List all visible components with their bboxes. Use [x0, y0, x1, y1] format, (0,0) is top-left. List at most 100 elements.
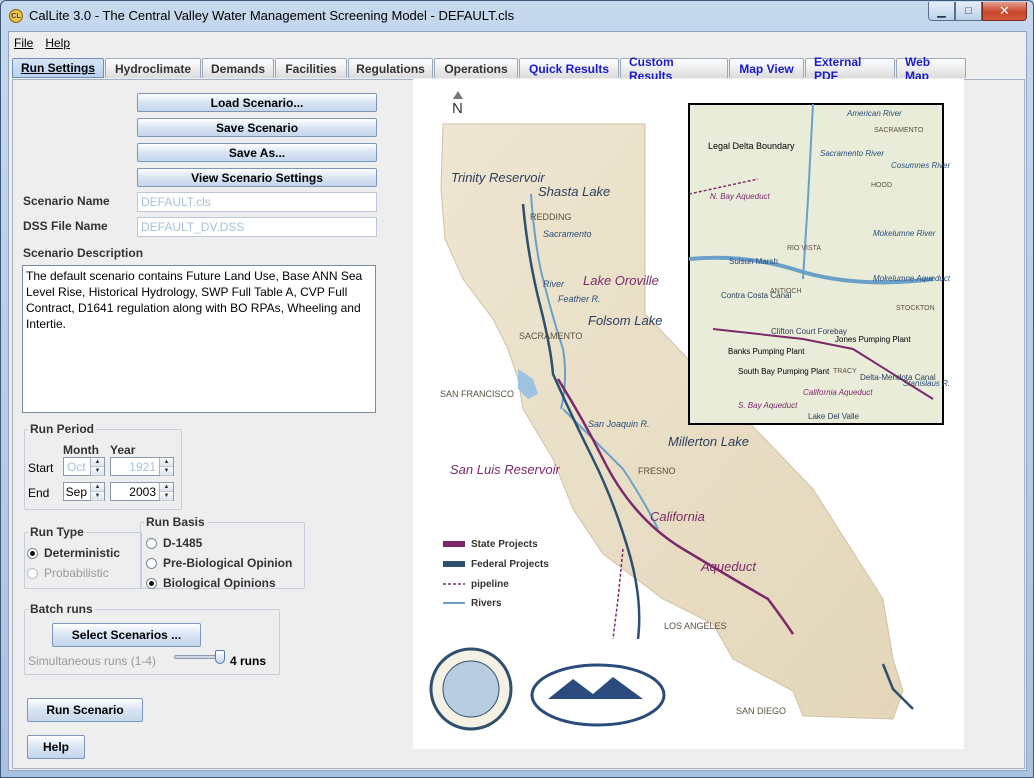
inset-cosumnes-river: Cosumnes River — [891, 161, 951, 170]
run-period-title: Run Period — [28, 422, 97, 436]
scenario-description-field[interactable]: The default scenario contains Future Lan… — [22, 265, 376, 413]
inset-american-river: American River — [847, 109, 902, 118]
inset-south-bay-pumping: South Bay Pumping Plant — [738, 367, 830, 376]
radio-biological-opinions[interactable]: Biological Opinions — [146, 576, 276, 590]
tab-external-pdf[interactable]: External PDF — [805, 55, 895, 83]
run-type-title: Run Type — [28, 525, 86, 539]
inset-sacramento-river: Sacramento River — [820, 149, 885, 158]
city-san-diego: SAN DIEGO — [736, 706, 787, 716]
help-button[interactable]: Help — [27, 735, 85, 759]
california-map: N Trinity Reservoir Shasta Lake Lake Oro… — [413, 79, 964, 749]
run-basis-title: Run Basis — [144, 515, 207, 529]
run-scenario-button[interactable]: Run Scenario — [27, 698, 143, 722]
save-as-button[interactable]: Save As... — [137, 143, 377, 162]
legend-state-label: State Projects — [471, 539, 538, 550]
maximize-button[interactable]: □ — [955, 2, 982, 21]
menu-help[interactable]: Help — [45, 36, 70, 50]
tab-run-settings[interactable]: Run Settings — [12, 58, 104, 78]
save-scenario-button[interactable]: Save Scenario — [137, 118, 377, 137]
river-label-feather: Feather R. — [558, 294, 601, 304]
scenario-name-label: Scenario Name — [23, 194, 110, 208]
legend-federal-swatch — [443, 561, 465, 567]
inset-lake-del-valle: Lake Del Valle — [808, 412, 859, 421]
radio-probabilistic[interactable]: Probabilistic — [27, 566, 109, 580]
inset-rio-vista: RIO VISTA — [787, 245, 822, 252]
dss-file-field[interactable]: DEFAULT_DV.DSS — [137, 217, 377, 237]
radio-pre-biological-opinion[interactable]: Pre-Biological Opinion — [146, 556, 292, 570]
aqueduct-label-california: California — [650, 509, 705, 524]
dss-file-label: DSS File Name — [23, 219, 108, 233]
inset-s-bay-aqueduct: S. Bay Aqueduct — [738, 401, 798, 410]
lake-oroville: Lake Oroville — [583, 273, 659, 288]
month-header: Month — [63, 443, 99, 457]
tab-custom-results[interactable]: Custom Results — [620, 55, 728, 83]
tab-operations[interactable]: Operations — [434, 58, 518, 78]
dwr-seal-inner — [442, 660, 500, 718]
lake-shasta: Shasta Lake — [538, 184, 611, 199]
north-arrow-icon — [453, 91, 463, 99]
radio-d1485[interactable]: D-1485 — [146, 536, 202, 550]
tab-hydroclimate[interactable]: Hydroclimate — [105, 58, 201, 78]
city-sacramento: SACRAMENTO — [519, 331, 583, 341]
inset-sacramento: SACRAMENTO — [874, 127, 924, 134]
select-scenarios-button[interactable]: Select Scenarios ... — [52, 623, 201, 647]
load-scenario-button[interactable]: Load Scenario... — [137, 93, 377, 112]
tab-regulations[interactable]: Regulations — [348, 58, 433, 78]
legend-pipeline-label: pipeline — [471, 579, 509, 590]
inset-stanislaus: Stanislaus R. — [903, 379, 951, 388]
start-year-spinner[interactable]: 1921 ▲ ▼ — [110, 457, 174, 476]
start-label: Start — [28, 461, 54, 475]
tab-demands[interactable]: Demands — [202, 58, 274, 78]
app-window: CL CalLite 3.0 - The Central Valley Wate… — [0, 0, 1034, 778]
legend-state-swatch — [443, 541, 465, 547]
run-type-group — [24, 532, 142, 589]
close-button[interactable]: ✕ — [982, 2, 1027, 21]
end-year-spinner[interactable]: 2003 ▲ ▼ — [110, 482, 174, 501]
tab-map-view[interactable]: Map View — [729, 58, 804, 78]
window-title: CalLite 3.0 - The Central Valley Water M… — [29, 8, 515, 23]
minimize-button[interactable]: ▁ — [928, 2, 955, 21]
runs-value: 4 runs — [230, 654, 267, 668]
city-redding: REDDING — [530, 212, 572, 222]
lake-millerton: Millerton Lake — [668, 434, 749, 449]
inset-tracy: TRACY — [833, 368, 857, 375]
inset-mokelumne-aqueduct: Mokelumne Aqueduct — [873, 274, 951, 283]
north-label: N — [452, 100, 463, 117]
scenario-name-field[interactable]: DEFAULT.cls — [137, 192, 377, 212]
title-bar[interactable]: CL CalLite 3.0 - The Central Valley Wate… — [1, 1, 1033, 31]
inset-hood: HOOD — [871, 182, 892, 189]
tab-strip: Run Settings Hydroclimate Demands Facili… — [12, 55, 967, 83]
inset-antioch: ANTIOCH — [770, 288, 802, 295]
city-los-angeles: LOS ANGELES — [664, 621, 727, 631]
inset-stockton: STOCKTON — [896, 305, 935, 312]
end-month-spinner[interactable]: Sep ▲ ▼ — [63, 482, 105, 501]
client-area: File Help Run Settings Hydroclimate Dema… — [8, 31, 1027, 771]
inset-n-bay-aqueduct: N. Bay Aqueduct — [710, 192, 770, 201]
inset-mokelumne-river: Mokelumne River — [873, 229, 936, 238]
aqueduct-label-aqueduct: Aqueduct — [701, 559, 756, 574]
river-label-san-joaquin: San Joaquin R. — [588, 419, 650, 429]
lake-folsom: Folsom Lake — [588, 313, 663, 328]
legend-federal-label: Federal Projects — [471, 559, 549, 570]
inset-california-aqueduct: California Aqueduct — [803, 388, 873, 397]
tab-facilities[interactable]: Facilities — [275, 58, 347, 78]
menu-bar: File Help — [9, 32, 1026, 54]
scenario-description-label: Scenario Description — [23, 246, 144, 260]
city-fresno: FRESNO — [638, 466, 676, 476]
end-label: End — [28, 486, 50, 500]
radio-deterministic[interactable]: Deterministic — [27, 546, 120, 560]
view-scenario-settings-button[interactable]: View Scenario Settings — [137, 168, 377, 187]
year-header: Year — [110, 443, 136, 457]
river-label-sacramento: Sacramento — [543, 229, 592, 239]
tab-quick-results[interactable]: Quick Results — [519, 58, 619, 78]
inset-banks-pumping: Banks Pumping Plant — [728, 347, 805, 356]
app-icon: CL — [9, 9, 23, 23]
inset-suisun-marsh: Suisun Marsh — [729, 257, 778, 266]
menu-file[interactable]: File — [14, 36, 33, 50]
river-label-river: River — [543, 279, 565, 289]
start-month-spinner[interactable]: Oct ▲ ▼ — [63, 457, 105, 476]
tab-web-map[interactable]: Web Map — [896, 55, 966, 83]
simultaneous-runs-slider[interactable] — [215, 650, 225, 664]
lake-trinity: Trinity Reservoir — [451, 170, 545, 185]
inset-jones-pumping: Jones Pumping Plant — [835, 335, 911, 344]
